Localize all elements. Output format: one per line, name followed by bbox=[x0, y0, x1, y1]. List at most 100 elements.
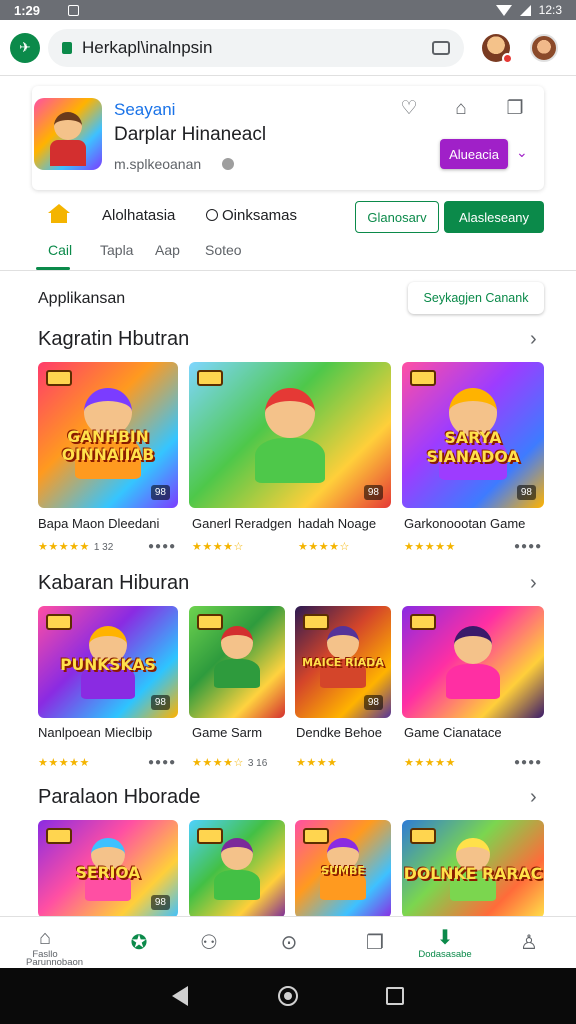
profile-avatar[interactable] bbox=[482, 33, 513, 64]
tag-icon bbox=[46, 614, 72, 630]
rating-count: 3 16 bbox=[247, 758, 268, 769]
game-thumbnail[interactable]: SERIOA 98 bbox=[38, 820, 178, 918]
meta-dot-icon bbox=[222, 158, 234, 170]
account-avatar[interactable] bbox=[530, 33, 558, 62]
section-label: Applikansan bbox=[38, 290, 126, 307]
camera-icon[interactable] bbox=[432, 40, 450, 55]
filter-item-2[interactable]: Oinksamas bbox=[222, 207, 297, 224]
address-bar[interactable]: Herkapl\inalnpsin bbox=[48, 28, 464, 67]
game-title[interactable]: Game Sarm bbox=[192, 725, 262, 740]
compass-icon: ⊙ bbox=[280, 932, 298, 954]
share-icon[interactable]: ⌂ bbox=[450, 98, 472, 120]
game-title[interactable]: hadah Noage bbox=[298, 516, 376, 531]
tab-3[interactable]: Soteo bbox=[205, 242, 242, 258]
game-thumbnail[interactable]: MAICE RIADA 98 bbox=[295, 606, 391, 718]
more-options-icon[interactable]: ●●●● bbox=[514, 541, 542, 552]
game-thumbnail[interactable]: SUMBE bbox=[295, 820, 391, 918]
character-head bbox=[220, 837, 254, 871]
filter-item-1[interactable]: Alolhatasia bbox=[102, 207, 175, 224]
tag-icon bbox=[410, 614, 436, 630]
game-thumbnail[interactable] bbox=[189, 606, 285, 718]
notification-icon: ❐ bbox=[366, 932, 384, 954]
nav-item-4[interactable]: ❐ bbox=[352, 917, 398, 969]
status-time: 1:29 bbox=[14, 2, 41, 18]
back-icon[interactable] bbox=[172, 986, 188, 1006]
app-icon[interactable] bbox=[34, 98, 102, 170]
primary-button[interactable]: Alasleseany bbox=[444, 201, 544, 233]
character-face bbox=[54, 112, 82, 140]
game-title[interactable]: Bapa Maon Dleedani bbox=[38, 516, 159, 531]
outline-button[interactable]: Glanosarv bbox=[355, 201, 439, 233]
recents-icon[interactable] bbox=[386, 987, 404, 1005]
heart-icon[interactable]: ♡ bbox=[398, 98, 420, 120]
copy-icon[interactable]: ❐ bbox=[504, 98, 526, 120]
battery-level: 12:3 bbox=[538, 3, 562, 17]
more-options-icon[interactable]: ●●●● bbox=[148, 757, 176, 768]
star-rating: ★★★★★ bbox=[38, 757, 90, 769]
game-art-title: GANHBIN OINNAIIAB bbox=[61, 427, 155, 464]
divider bbox=[0, 270, 576, 271]
game-title[interactable]: Nanlpoean Mieclbip bbox=[38, 725, 152, 740]
game-thumbnail[interactable]: DOLNKE RARAC bbox=[402, 820, 544, 918]
game-thumbnail[interactable]: 98 bbox=[189, 362, 391, 508]
person-icon: ⚇ bbox=[200, 932, 218, 954]
chevron-right-icon[interactable]: › bbox=[530, 572, 537, 595]
game-thumbnail[interactable] bbox=[189, 820, 285, 918]
chevron-right-icon[interactable]: › bbox=[530, 328, 537, 351]
game-title[interactable]: Garkonoootan Game bbox=[404, 516, 525, 531]
notification-dot bbox=[502, 52, 513, 64]
nav-item-5[interactable]: ⬇ Dodasasabe bbox=[418, 917, 471, 969]
home-icon[interactable] bbox=[48, 204, 70, 224]
character-head bbox=[453, 626, 493, 665]
signal-icon bbox=[519, 4, 531, 16]
tab-0[interactable]: Cail bbox=[48, 242, 72, 258]
rating-badge: 98 bbox=[150, 485, 170, 500]
tab-1[interactable]: Tapla bbox=[100, 242, 133, 258]
download-icon: ⬇ bbox=[436, 926, 454, 949]
install-button[interactable]: Alueacia bbox=[440, 139, 508, 169]
star-rating: ★★★★☆ bbox=[298, 541, 350, 553]
section-title: Paralaon Hborade bbox=[38, 786, 201, 808]
game-thumbnail[interactable]: SARYA SIANADOA 98 bbox=[402, 362, 544, 508]
game-art-title: SARYA SIANADOA bbox=[426, 427, 520, 466]
home-icon: ⌂ bbox=[38, 926, 52, 949]
game-title[interactable]: Game Cianatace bbox=[404, 725, 502, 740]
see-all-button[interactable]: Seykagjen Canank bbox=[408, 282, 544, 314]
rating-badge: 98 bbox=[150, 895, 170, 910]
tag-icon bbox=[46, 370, 72, 386]
game-title[interactable]: Ganerl Reradgen bbox=[192, 516, 292, 531]
character-body bbox=[214, 658, 260, 689]
game-art-title: SERIOA bbox=[75, 864, 141, 883]
wifi-icon bbox=[495, 4, 512, 16]
tab-2[interactable]: Aap bbox=[155, 242, 180, 258]
more-options-icon[interactable]: ●●●● bbox=[148, 541, 176, 552]
rating-count: 1 32 bbox=[93, 542, 114, 553]
home-button-icon[interactable] bbox=[278, 986, 298, 1006]
section-title: Kagratin Hbutran bbox=[38, 328, 190, 350]
star-rating: ★★★★☆ bbox=[192, 541, 244, 553]
gamepad-icon: ✪ bbox=[130, 932, 148, 954]
game-thumbnail[interactable]: PUNKSKAS 98 bbox=[38, 606, 178, 718]
chevron-right-icon[interactable]: › bbox=[530, 786, 537, 809]
nav-item-2[interactable]: ⚇ bbox=[186, 917, 232, 969]
app-name[interactable]: Seayani bbox=[114, 100, 175, 120]
nav-item-3[interactable]: ⊙ bbox=[266, 917, 312, 969]
tag-icon bbox=[303, 614, 329, 630]
star-rating: ★★★★★ 1 32 bbox=[38, 541, 114, 553]
notification-icon bbox=[68, 4, 80, 16]
nav-item-6[interactable]: ♙ bbox=[506, 917, 552, 969]
game-title[interactable]: Dendke Behoe bbox=[296, 725, 382, 740]
chevron-down-icon[interactable]: ⌄ bbox=[516, 144, 528, 161]
url-text: Herkapl\inalnpsin bbox=[82, 37, 213, 57]
nav-item-1[interactable]: ✪ bbox=[116, 917, 162, 969]
game-thumbnail[interactable]: GANHBIN OINNAIIAB 98 bbox=[38, 362, 178, 508]
browser-logo-icon[interactable]: ✈ bbox=[10, 32, 40, 63]
more-options-icon[interactable]: ●●●● bbox=[514, 757, 542, 768]
status-bar: 1:29 12:3 bbox=[0, 0, 576, 20]
character-body bbox=[446, 664, 500, 699]
game-thumbnail[interactable] bbox=[402, 606, 544, 718]
character-body bbox=[255, 437, 325, 483]
bottom-navigation: ⌂ Fasllo ✪ ⚇ ⊙ ❐ ⬇ Dodasasabe ♙ Parunnobaon bbox=[0, 916, 576, 968]
system-navigation-bar bbox=[0, 968, 576, 1024]
circle-icon bbox=[206, 209, 218, 221]
